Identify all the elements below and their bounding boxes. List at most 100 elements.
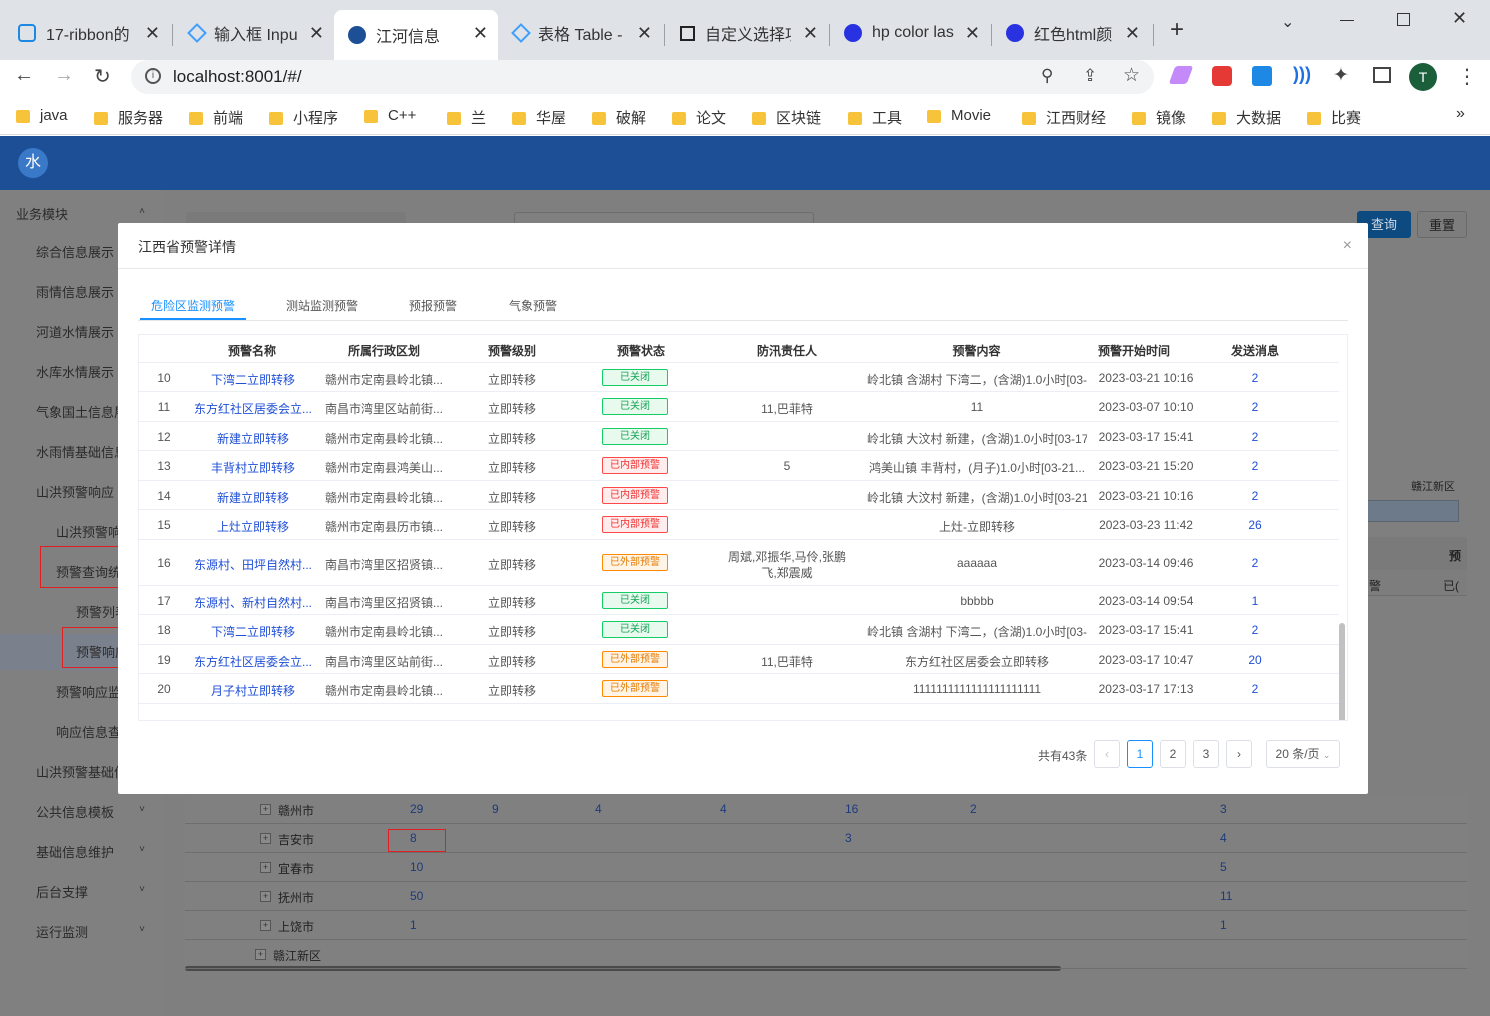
zoom-icon[interactable]: ⚲ (1041, 66, 1053, 86)
window-close-icon[interactable]: ✕ (1452, 8, 1467, 29)
warning-name-link[interactable]: 下湾二立即转移 (189, 623, 317, 640)
bookmark-item[interactable]: Movie (927, 107, 991, 124)
stat-value[interactable]: 3 (845, 831, 852, 845)
tab-weather[interactable]: 气象预警 (509, 297, 557, 314)
bookmark-item[interactable]: 论文 (672, 107, 726, 128)
message-count-link[interactable]: 2 (1225, 489, 1285, 503)
message-count-link[interactable]: 2 (1225, 371, 1285, 385)
warning-name-link[interactable]: 新建立即转移 (189, 430, 317, 447)
column-header[interactable]: 预警级别 (477, 342, 547, 359)
message-count-link[interactable]: 2 (1225, 430, 1285, 444)
bookmark-item[interactable]: C++ (364, 107, 416, 124)
expand-icon[interactable]: + (260, 920, 271, 931)
column-header[interactable]: 防汛责任人 (727, 342, 847, 359)
bookmark-item[interactable]: 破解 (592, 107, 646, 128)
browser-tab[interactable]: 表格 Table - ✕ (498, 14, 662, 52)
stat-value[interactable]: 11 (1220, 889, 1232, 903)
tab-station[interactable]: 测站监测预警 (286, 297, 358, 314)
bookmark-item[interactable]: 镜像 (1132, 107, 1186, 128)
warning-name-link[interactable]: 月子村立即转移 (189, 682, 317, 699)
profile-avatar[interactable]: T (1409, 63, 1437, 91)
warning-name-link[interactable]: 东源村、田坪自然村... (189, 556, 317, 573)
sidebar-item[interactable]: 业务模块 (16, 204, 136, 223)
message-count-link[interactable]: 2 (1225, 400, 1285, 414)
warning-name-link[interactable]: 东源村、新村自然村... (189, 594, 317, 611)
browser-tab[interactable]: 输入框 Inpu ✕ (174, 14, 334, 52)
bookmark-item[interactable]: 大数据 (1212, 107, 1281, 128)
bookmark-item[interactable]: 工具 (848, 107, 902, 128)
stat-value[interactable]: 5 (1220, 860, 1227, 874)
stat-value[interactable]: 50 (410, 889, 423, 903)
browser-tab[interactable]: 自定义选择项 ✕ (666, 14, 828, 52)
column-header[interactable]: 预警开始时间 (1069, 342, 1199, 359)
column-header[interactable]: 所属行政区划 (319, 342, 449, 359)
extension-sound-icon[interactable]: ))) (1293, 64, 1311, 85)
tab-forecast[interactable]: 预报预警 (409, 297, 457, 314)
warning-name-link[interactable]: 丰背村立即转移 (189, 459, 317, 476)
reload-icon[interactable]: ↻ (94, 64, 111, 89)
info-icon[interactable]: i (145, 68, 161, 84)
close-icon[interactable]: ✕ (803, 23, 818, 44)
extensions-puzzle-icon[interactable]: ✦ (1333, 64, 1349, 87)
stat-value[interactable]: 4 (1220, 831, 1227, 845)
next-page-button[interactable]: › (1226, 740, 1252, 768)
stat-value[interactable]: 1 (410, 918, 417, 932)
maximize-icon[interactable] (1397, 13, 1410, 26)
page-button-2[interactable]: 2 (1160, 740, 1186, 768)
extension-red-icon[interactable] (1212, 66, 1232, 86)
expand-icon[interactable]: + (260, 833, 271, 844)
forward-icon[interactable]: → (54, 64, 74, 87)
bookmark-item[interactable]: java (16, 107, 68, 124)
stat-value[interactable]: 1 (1220, 918, 1227, 932)
stat-value[interactable]: 3 (1220, 802, 1227, 816)
column-header[interactable]: 预警名称 (197, 342, 307, 359)
bookmark-item[interactable]: 前端 (189, 107, 243, 128)
expand-icon[interactable]: + (260, 804, 271, 815)
sidebar-item[interactable]: 运行监测 (36, 922, 156, 941)
message-count-link[interactable]: 26 (1225, 518, 1285, 532)
url-text[interactable]: localhost:8001/#/ (173, 67, 302, 87)
sidebar-item[interactable]: 后台支撑 (36, 882, 156, 901)
browser-tab-active[interactable]: 江河信息 ✕ (334, 10, 498, 60)
bookmark-item[interactable]: 江西财经 (1022, 107, 1106, 128)
page-button-1[interactable]: 1 (1127, 740, 1153, 768)
close-icon[interactable]: ✕ (309, 23, 324, 44)
page-size-select[interactable]: 20 条/页 ⌄ (1266, 740, 1340, 768)
column-header[interactable]: 预警状态 (601, 342, 681, 359)
browser-tab[interactable]: 红色html颜 ✕ (992, 14, 1150, 52)
minimize-icon[interactable] (1340, 20, 1354, 21)
message-count-link[interactable]: 20 (1225, 653, 1285, 667)
more-bookmarks-icon[interactable]: » (1456, 105, 1465, 123)
close-icon[interactable]: ✕ (1125, 23, 1140, 44)
message-count-link[interactable]: 2 (1225, 556, 1285, 570)
extension-blue-icon[interactable] (1252, 66, 1272, 86)
warning-name-link[interactable]: 上灶立即转移 (189, 518, 317, 535)
warning-name-link[interactable]: 下湾二立即转移 (189, 371, 317, 388)
close-icon[interactable]: ✕ (637, 23, 652, 44)
bookmark-star-icon[interactable]: ☆ (1123, 64, 1140, 87)
close-icon[interactable]: ✕ (965, 23, 980, 44)
tab-search-icon[interactable]: ⌄ (1281, 12, 1294, 32)
page-button-3[interactable]: 3 (1193, 740, 1219, 768)
column-header[interactable]: 预警内容 (889, 342, 1064, 359)
share-icon[interactable]: ⇪ (1083, 66, 1097, 86)
sidebar-item[interactable]: 公共信息模板 (36, 802, 156, 821)
stat-value[interactable]: 8 (410, 831, 417, 845)
url-bar[interactable]: i localhost:8001/#/ ⚲ ⇪ ☆ (131, 60, 1154, 94)
bookmark-item[interactable]: 小程序 (269, 107, 338, 128)
back-icon[interactable]: ← (14, 64, 34, 87)
bookmark-item[interactable]: 华屋 (512, 107, 566, 128)
side-panel-icon[interactable] (1373, 67, 1391, 83)
warning-name-link[interactable]: 东方红社区居委会立... (189, 653, 317, 670)
close-icon[interactable]: × (1343, 237, 1352, 255)
bookmark-item[interactable]: 服务器 (94, 107, 163, 128)
extension-pen-icon[interactable] (1168, 66, 1194, 84)
warning-name-link[interactable]: 新建立即转移 (189, 489, 317, 506)
new-tab-button[interactable]: + (1170, 16, 1184, 44)
browser-tab[interactable]: 17-ribbon的 ✕ (4, 14, 170, 52)
stat-value[interactable]: 16 (845, 802, 858, 816)
browser-tab[interactable]: hp color las ✕ (830, 14, 990, 52)
sidebar-item[interactable]: 基础信息维护 (36, 842, 156, 861)
message-count-link[interactable]: 1 (1225, 594, 1285, 608)
bookmark-item[interactable]: 区块链 (752, 107, 821, 128)
